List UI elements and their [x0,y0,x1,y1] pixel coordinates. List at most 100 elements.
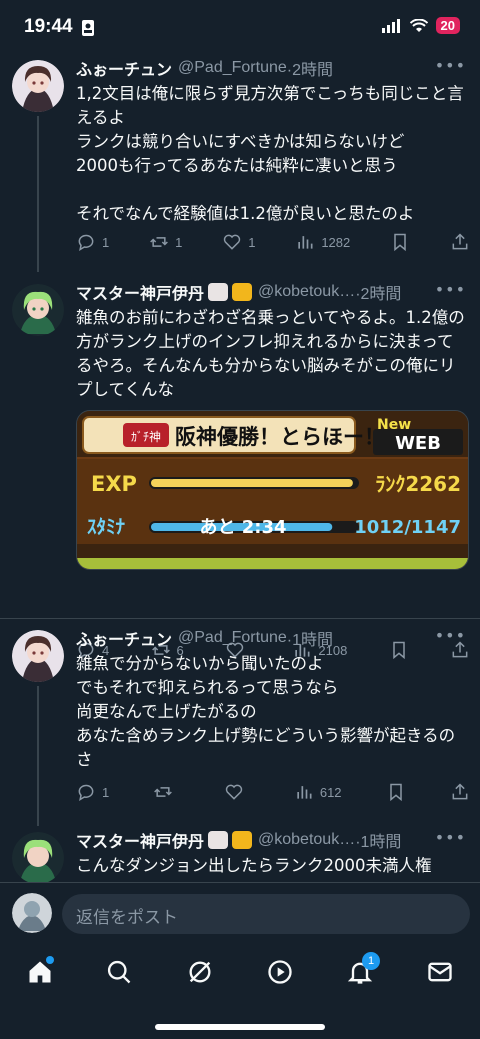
author-name[interactable]: マスター神戸伊丹 [76,280,204,304]
tweet-text: 1,2文目は俺に限らず見方次第でこっちも同じこと言えるよ ランクは競り合いにすべ… [76,84,464,223]
mail-icon [428,962,452,982]
id-card-icon [82,20,94,36]
tab-search[interactable] [105,958,137,990]
status-bar: 19:44 20 [0,0,480,56]
tweet[interactable]: マスター神戸伊丹 @kobetouk… ·1時間 ••• こんなダンジョン出した… [0,826,480,882]
share-button[interactable] [450,232,470,252]
image-web-label: WEB [395,433,441,454]
game-screenshot: ｶﾞﾁ神 阪神優勝！とらほー！ New WEB EXP ﾗﾝｸ2262 ｽﾀﾐﾅ… [77,411,468,569]
tweet-header: マスター神戸伊丹 @kobetouk… ·1時間 ••• [76,828,466,852]
author-handle[interactable]: @Pad_Fortune [178,629,287,647]
status-time: 19:44 [24,16,73,37]
reply-thread-feed[interactable]: ふぉーチュン @Pad_Fortune ·2時間 ••• 1,2文目は俺に限らず… [0,56,480,882]
share-icon [452,783,468,800]
tweet-time: ·1時間 [355,834,402,851]
image-rank-label: ﾗﾝｸ2262 [375,472,461,496]
tweet-header: ふぉーチュン @Pad_Fortune ·2時間 ••• [76,56,466,80]
bookmark-icon [394,233,406,252]
tweet[interactable]: マスター神戸伊丹 @kobetouk… ·2時間 ••• 雑魚のお前にわざわざ名… [0,272,480,660]
views-count: 1282 [321,234,351,250]
like-button[interactable]: 1 [222,232,255,252]
tweet-actions: 1 612 [76,780,470,804]
tab-grok[interactable] [186,958,218,990]
views-button[interactable]: 1282 [295,232,350,252]
more-options-icon[interactable]: ••• [435,56,466,75]
author-name[interactable]: ふぉーチュン [76,56,172,80]
reply-count: 1 [102,234,110,250]
reply-icon [78,234,94,252]
avatar[interactable] [12,832,64,882]
tweet-header: マスター神戸伊丹 @kobetouk… ·2時間 ••• [76,280,466,304]
reply-count: 1 [102,784,110,800]
like-button[interactable] [224,782,250,802]
new-content-dot [46,956,54,964]
more-options-icon[interactable]: ••• [435,626,466,645]
exp-bar-fill [151,479,353,487]
more-options-icon[interactable]: ••• [435,828,466,847]
image-title-text: 阪神優勝！とらほー！ [175,425,385,449]
views-button[interactable]: 612 [294,782,342,802]
views-count: 612 [319,784,342,800]
author-name[interactable]: ふぉーチュン [76,626,172,650]
video-icon [268,960,292,984]
more-options-icon[interactable]: ••• [435,280,466,299]
tweet-content[interactable]: ふぉーチュン @Pad_Fortune ·1時間 ••• 雑魚で分からないから聞… [76,626,466,772]
tab-home[interactable] [26,956,58,990]
cow-emoji-icon [208,831,229,849]
reply-composer: 返信をポスト [0,882,480,944]
avatar[interactable] [12,630,64,682]
reply-button[interactable]: 1 [76,232,109,252]
like-count: 1 [248,234,256,250]
thread-line [37,686,39,826]
tweet-content[interactable]: ふぉーチュン @Pad_Fortune ·2時間 ••• 1,2文目は俺に限らず… [76,56,466,226]
tweet-time: ·2時間 [355,286,402,303]
attached-image[interactable]: ｶﾞﾁ神 阪神優勝！とらほー！ New WEB EXP ﾗﾝｸ2262 ｽﾀﾐﾅ… [76,410,469,570]
tab-video[interactable] [266,958,298,990]
grok-icon [189,961,211,983]
tweet-content[interactable]: マスター神戸伊丹 @kobetouk… ·2時間 ••• 雑魚のお前にわざわざ名… [76,280,466,402]
retweet-button[interactable]: 1 [149,232,182,252]
battery-indicator: 20 [435,17,460,34]
image-stamina-label: ｽﾀﾐﾅ [87,516,126,538]
tweet-time: ·1時間 [286,632,333,649]
tweet-text: 雑魚のお前にわざわざ名乗っといてやるよ。1.2億の方がランク上げのインフレ抑えれ… [76,308,465,399]
tweet-time: ·2時間 [286,62,333,79]
share-icon [452,233,468,250]
tab-notifications[interactable]: 1 [346,952,380,990]
views-icon [298,236,313,249]
avatar[interactable] [12,60,64,112]
retweet-icon [154,787,173,797]
author-name[interactable]: マスター神戸伊丹 [76,828,204,852]
retweet-icon [150,237,168,247]
tweet-text: こんなダンジョン出したらランク2000未満人権 [76,856,432,875]
tweet[interactable]: ふぉーチュン @Pad_Fortune ·1時間 ••• 雑魚で分からないから聞… [0,626,480,826]
tweet-actions: 1 1 1 1282 [76,230,470,254]
tiger-emoji-icon [232,831,253,849]
reply-button[interactable]: 1 [76,782,109,802]
tab-messages[interactable] [426,958,458,990]
author-handle[interactable]: @kobetouk… [258,831,355,849]
notification-badge: 1 [362,952,380,970]
signal-icon [381,18,400,33]
tweet-text: 雑魚で分からないから聞いたのよ でもそれで抑えられるって思うなら 尚更なんで上げ… [76,654,456,769]
like-icon [225,784,242,800]
retweet-count: 1 [175,234,183,250]
bookmark-button[interactable] [386,782,406,802]
image-badge-text: ｶﾞﾁ神 [131,430,161,444]
share-button[interactable] [450,782,470,802]
author-handle[interactable]: @Pad_Fortune [178,59,287,77]
image-exp-label: EXP [91,472,137,496]
author-handle[interactable]: @kobetouk… [258,283,355,301]
my-avatar[interactable] [12,893,52,933]
tweet-content[interactable]: マスター神戸伊丹 @kobetouk… ·1時間 ••• こんなダンジョン出した… [76,828,466,878]
avatar[interactable] [12,284,64,336]
bookmark-button[interactable] [390,232,410,252]
reply-input[interactable]: 返信をポスト [62,894,470,934]
retweet-button[interactable] [153,782,179,802]
bookmark-icon [390,783,402,802]
status-icons: 20 [381,17,460,34]
tweet-header: ふぉーチュン @Pad_Fortune ·1時間 ••• [76,626,466,650]
wifi-icon [409,18,428,32]
reply-icon [78,784,94,802]
tweet[interactable]: ふぉーチュン @Pad_Fortune ·2時間 ••• 1,2文目は俺に限らず… [0,56,480,272]
